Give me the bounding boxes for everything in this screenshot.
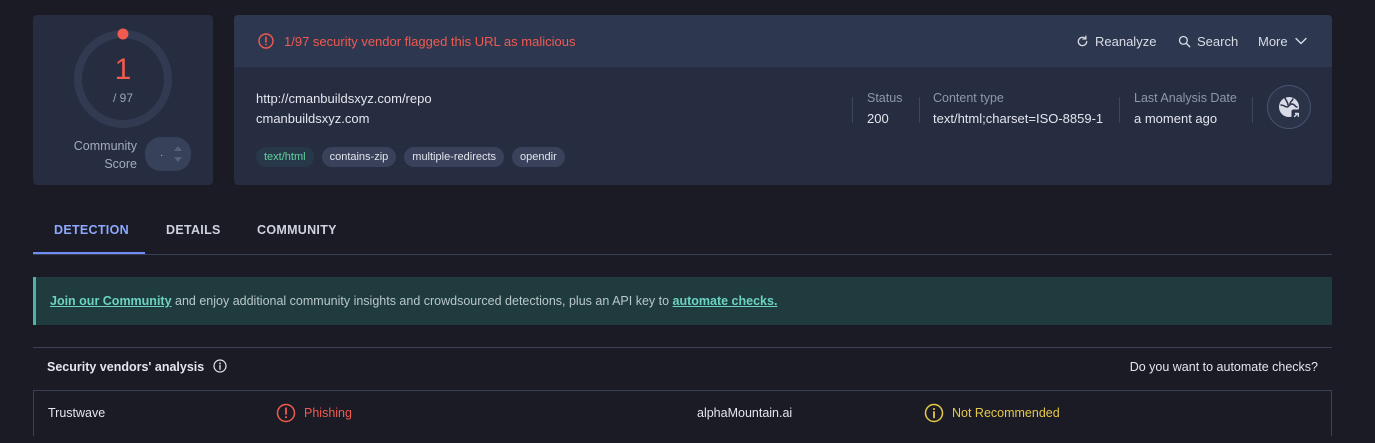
vendor-name: alphaMountain.ai [697,406,793,420]
content-type-label: Content type [933,91,1004,105]
last-analysis-label: Last Analysis Date [1134,91,1237,105]
alert-circle-icon [276,403,296,423]
meta-divider [919,97,920,123]
table-row: Trustwave Phishing alphaMountain.ai Not … [33,390,1332,436]
content-type-value: text/html;charset=ISO-8859-1 [933,111,1104,126]
vote-down-icon[interactable] [174,157,182,162]
reanalyze-label: Reanalyze [1095,33,1157,49]
tab-details[interactable]: DETAILS [166,223,221,237]
verdict-label: Not Recommended [952,406,1060,420]
search-button[interactable]: Search [1178,33,1238,49]
url-summary-card: 1/97 security vendor flagged this URL as… [234,15,1332,185]
tag-list: text/html contains-zip multiple-redirect… [256,147,565,167]
globe-link-icon [1279,97,1303,121]
tabs-divider [33,254,1332,255]
search-icon [1178,35,1191,47]
detection-total: / 97 [112,91,133,105]
vote-up-icon[interactable] [174,146,182,151]
tag-text-html[interactable]: text/html [256,147,314,167]
tag-contains-zip[interactable]: contains-zip [321,147,397,167]
more-menu-button[interactable]: More [1258,33,1308,49]
status-label: Status [867,91,903,105]
community-banner: Join our Community and enjoy additional … [33,277,1332,325]
chevron-down-icon [1294,37,1307,45]
meta-divider [1252,97,1253,123]
meta-divider [1119,97,1120,123]
url-type-button[interactable] [1267,85,1311,129]
detection-score-card: 1 / 97 Community Score · [33,15,213,185]
warning-circle-icon [924,403,944,423]
tab-community[interactable]: COMMUNITY [257,223,337,237]
automate-checks-prompt[interactable]: Do you want to automate checks? [1130,360,1318,374]
join-community-link[interactable]: Join our Community [50,294,172,308]
tag-multiple-redirects[interactable]: multiple-redirects [404,147,505,167]
analyzed-domain[interactable]: cmanbuildsxyz.com [256,111,369,126]
banner-message: and enjoy additional community insights … [171,294,673,308]
refresh-icon [1077,34,1088,46]
community-score-value: · [160,150,164,161]
more-label: More [1258,33,1288,49]
reanalyze-button[interactable]: Reanalyze [1076,33,1156,49]
status-value: 200 [867,111,889,126]
alert-message: 1/97 security vendor flagged this URL as… [284,34,576,49]
analyzed-url[interactable]: http://cmanbuildsxyz.com/repo [256,91,432,106]
community-score-stepper[interactable]: · [145,137,191,171]
alert-circle-icon [258,33,274,49]
vendors-analysis-title: Security vendors' analysis [47,360,205,374]
vendor-name: Trustwave [48,406,106,420]
verdict-label: Phishing [304,406,352,420]
detection-count: 1 [114,53,132,86]
automate-checks-link[interactable]: automate checks. [673,294,778,308]
last-analysis-value: a moment ago [1134,111,1218,126]
alert-bar: 1/97 security vendor flagged this URL as… [234,15,1332,67]
vendor-verdict-suspicious: Not Recommended [924,403,1060,423]
tag-opendir[interactable]: opendir [512,147,565,167]
vendor-verdict-malicious: Phishing [276,403,352,423]
info-icon[interactable] [213,359,227,373]
community-score-label: Community Score [73,139,137,171]
search-label: Search [1197,33,1239,49]
meta-divider [852,97,853,123]
tab-detection[interactable]: DETECTION [54,223,129,237]
vendors-analysis-section: Security vendors' analysis Do you want t… [33,347,1332,443]
banner-text: Join our Community and enjoy additional … [50,294,777,308]
